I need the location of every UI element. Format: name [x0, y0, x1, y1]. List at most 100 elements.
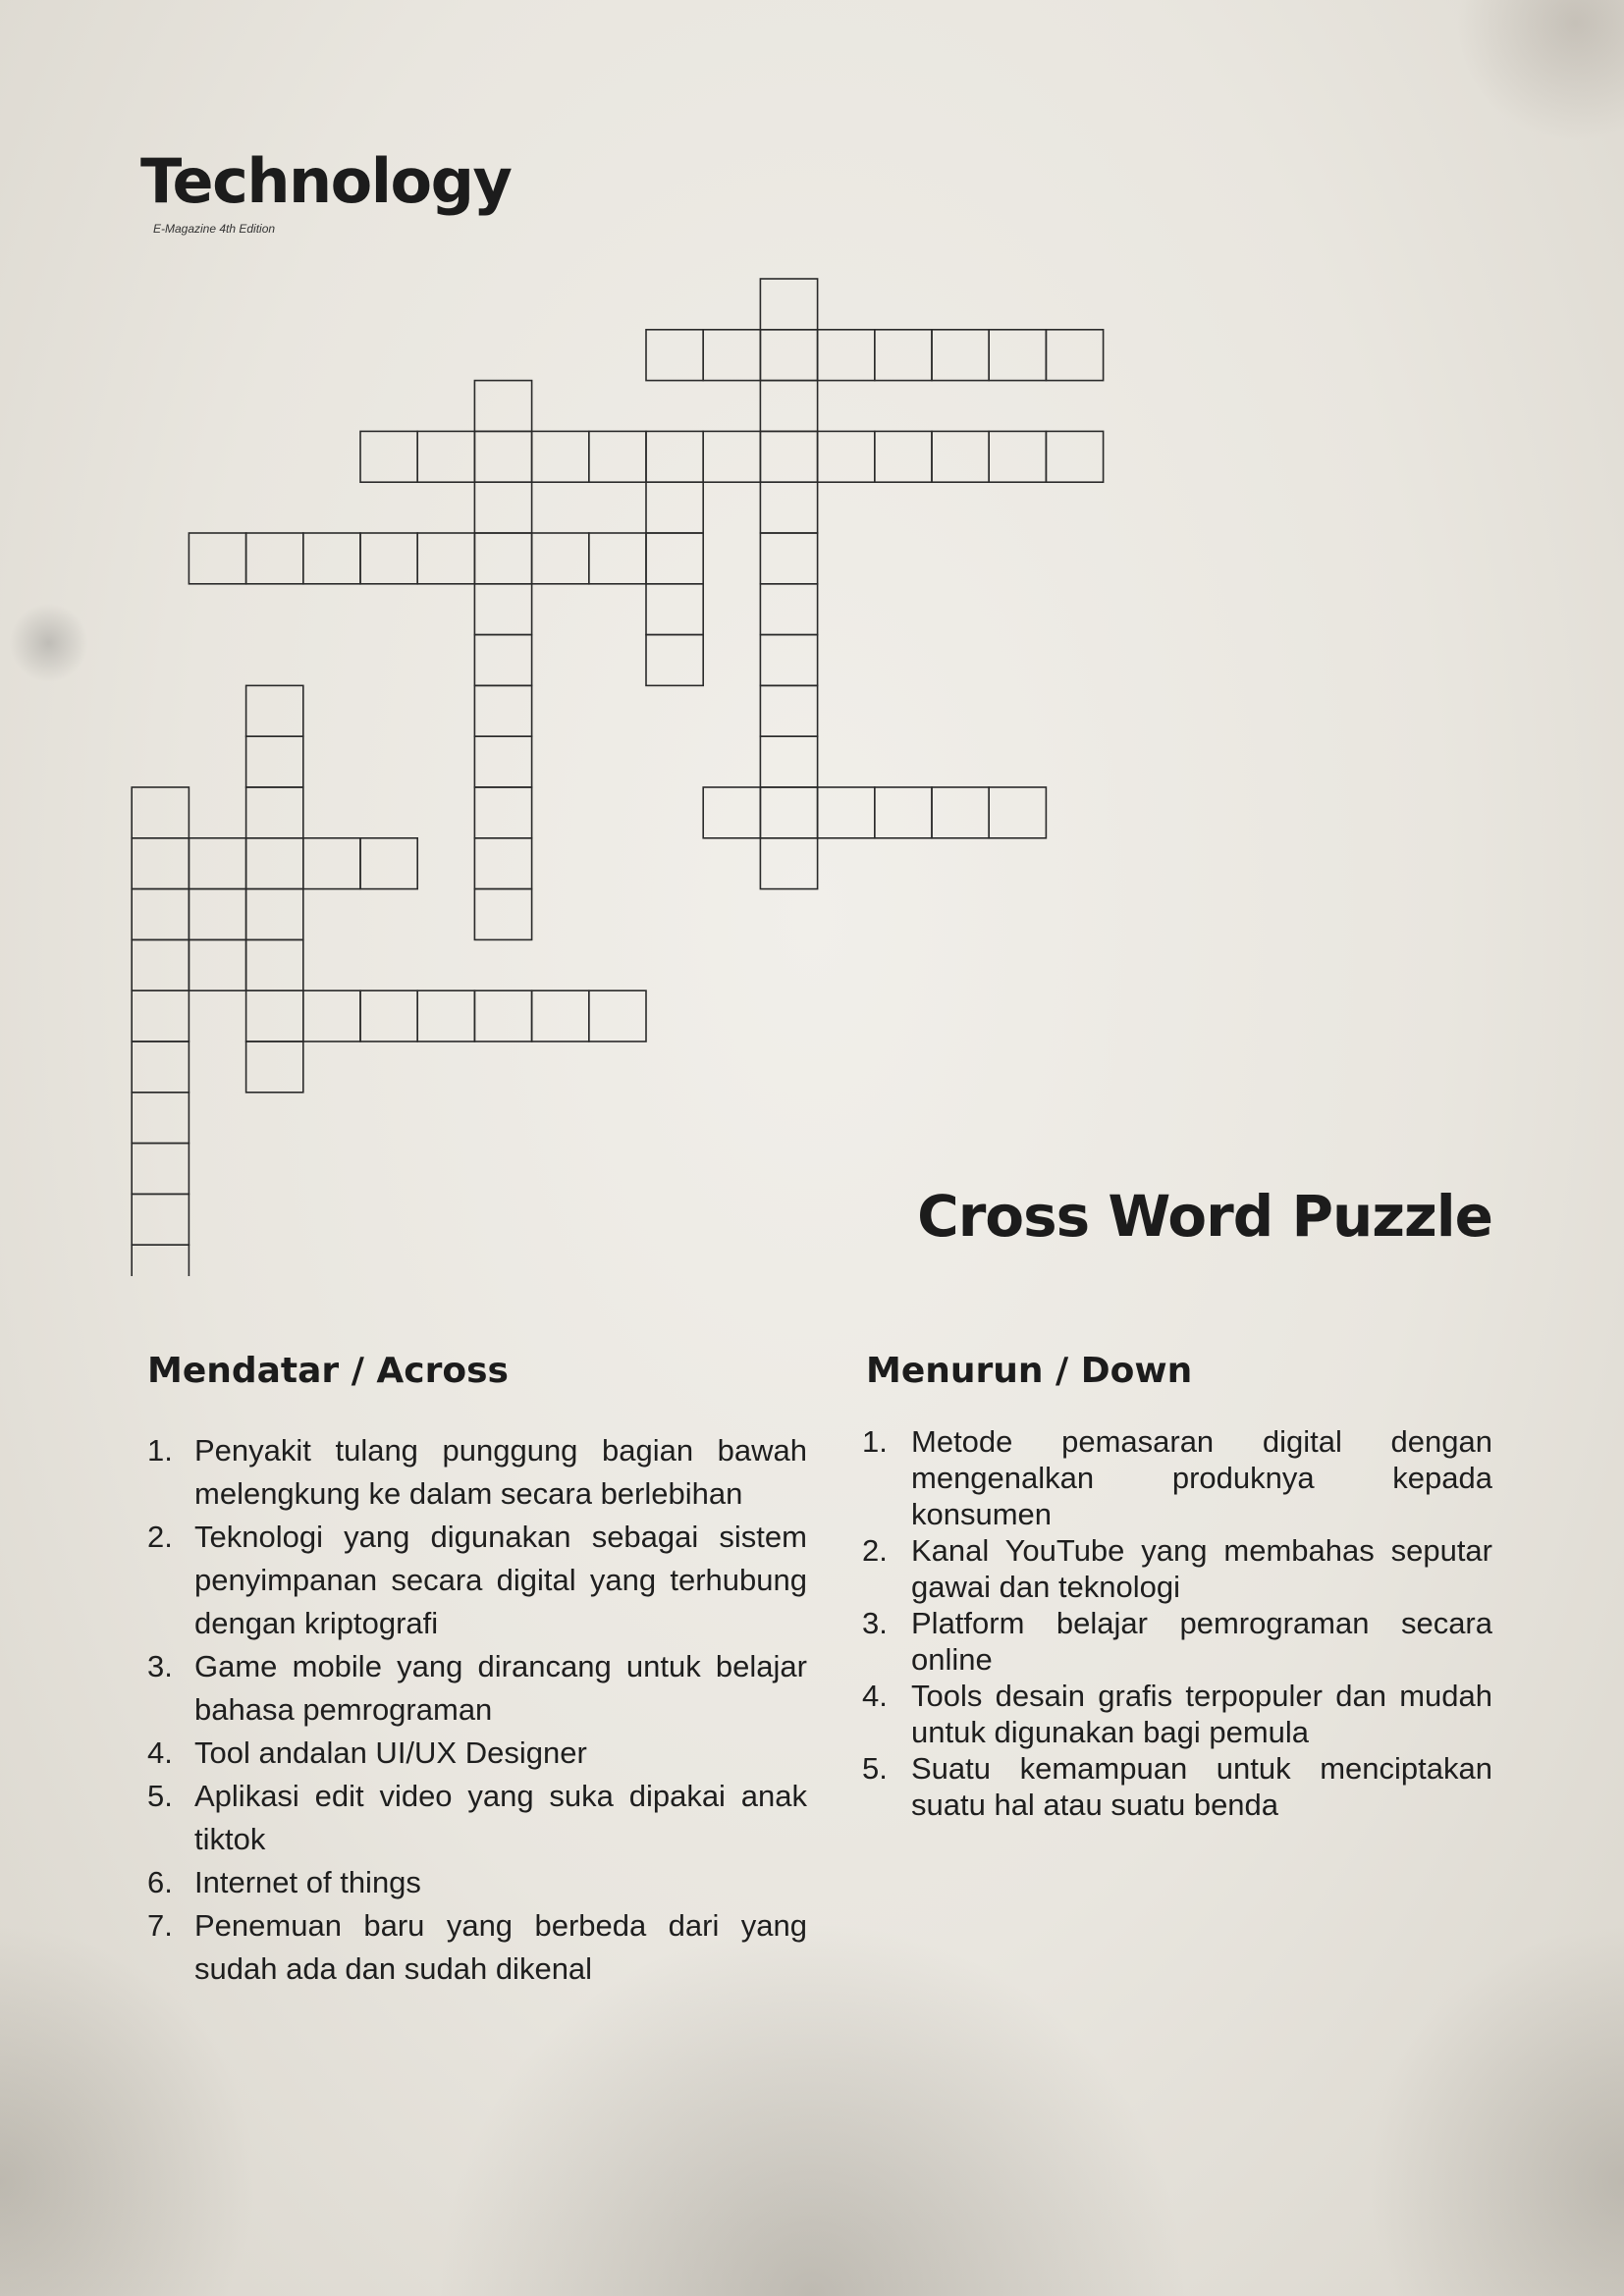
crossword-cell[interactable]: [473, 633, 533, 687]
crossword-cell[interactable]: [473, 684, 533, 738]
crossword-cell[interactable]: [1045, 430, 1105, 483]
crossword-cell[interactable]: [244, 684, 304, 738]
crossword-cell[interactable]: [359, 430, 419, 483]
crossword-cell[interactable]: [759, 379, 819, 433]
crossword-cell[interactable]: [759, 278, 819, 331]
crossword-cell[interactable]: [131, 786, 190, 839]
crossword-cell[interactable]: [188, 887, 247, 941]
crossword-cell[interactable]: [244, 735, 304, 788]
crossword-cell[interactable]: [759, 328, 819, 382]
crossword-cell[interactable]: [473, 532, 533, 585]
across-clue: 2. Teknologi yang digunakan sebagai siste…: [147, 1520, 807, 1640]
crossword-cell[interactable]: [473, 836, 533, 890]
crossword-cell[interactable]: [759, 633, 819, 687]
crossword-cell[interactable]: [301, 836, 361, 890]
crossword-cell[interactable]: [587, 989, 647, 1042]
crossword-cell[interactable]: [244, 989, 304, 1042]
crossword-cell[interactable]: [759, 786, 819, 839]
crossword-cell[interactable]: [473, 481, 533, 534]
down-clue-list: 1. Metode pemasaran digital dengan mengen…: [862, 1423, 1492, 1823]
crossword-cell[interactable]: [988, 328, 1048, 382]
crossword-cell[interactable]: [530, 532, 590, 585]
crossword-cell[interactable]: [473, 735, 533, 788]
crossword-cell[interactable]: [244, 786, 304, 839]
crossword-cell[interactable]: [131, 1041, 190, 1094]
crossword-cell[interactable]: [473, 582, 533, 636]
crossword-cell[interactable]: [473, 887, 533, 941]
crossword-cell[interactable]: [244, 532, 304, 585]
across-clue: 6. Internet of things: [147, 1865, 421, 1899]
crossword-cell[interactable]: [301, 989, 361, 1042]
crossword-cell[interactable]: [931, 430, 991, 483]
crossword-cell[interactable]: [131, 1092, 190, 1145]
crossword-cell[interactable]: [931, 328, 991, 382]
crossword-cell[interactable]: [131, 938, 190, 992]
crossword-cell[interactable]: [645, 328, 705, 382]
crossword-cell[interactable]: [473, 379, 533, 433]
crossword-cell[interactable]: [131, 1193, 190, 1247]
down-clue: 3. Platform belajar pemrograman secara on…: [862, 1606, 1492, 1677]
crossword-cell[interactable]: [873, 430, 933, 483]
crossword-cell[interactable]: [131, 1244, 190, 1276]
crossword-cell[interactable]: [131, 1142, 190, 1196]
crossword-cell[interactable]: [759, 481, 819, 534]
crossword-cell[interactable]: [645, 633, 705, 687]
crossword-cell[interactable]: [244, 1041, 304, 1094]
across-clue-list: 1. Penyakit tulang punggung bagian bawah …: [147, 1429, 807, 1991]
crossword-cell[interactable]: [645, 582, 705, 636]
crossword-cell[interactable]: [473, 430, 533, 483]
crossword-cell[interactable]: [1045, 328, 1105, 382]
crossword-cell[interactable]: [359, 989, 419, 1042]
crossword-cell[interactable]: [873, 328, 933, 382]
crossword-cell[interactable]: [988, 786, 1048, 839]
down-clue: 1. Metode pemasaran digital dengan mengen…: [862, 1424, 1492, 1531]
crossword-cell[interactable]: [131, 887, 190, 941]
crossword-cell[interactable]: [359, 532, 419, 585]
puzzle-title: Cross Word Puzzle: [917, 1183, 1493, 1250]
crossword-cell[interactable]: [702, 328, 762, 382]
crossword-cell[interactable]: [188, 836, 247, 890]
crossword-cell[interactable]: [244, 836, 304, 890]
crossword-cell[interactable]: [645, 532, 705, 585]
across-clue: 3. Game mobile yang dirancang untuk belaj…: [147, 1649, 807, 1727]
down-heading: Menurun / Down: [866, 1351, 1193, 1391]
crossword-cell[interactable]: [816, 786, 876, 839]
across-heading: Mendatar / Across: [147, 1351, 509, 1391]
crossword-cell[interactable]: [759, 836, 819, 890]
crossword-cell[interactable]: [759, 735, 819, 788]
down-clue: 2. Kanal YouTube yang membahas seputar ga…: [862, 1533, 1492, 1604]
crossword-cell[interactable]: [702, 430, 762, 483]
crossword-cell[interactable]: [988, 430, 1048, 483]
crossword-cell[interactable]: [473, 989, 533, 1042]
crossword-cell[interactable]: [416, 430, 476, 483]
crossword-cell[interactable]: [530, 430, 590, 483]
crossword-cell[interactable]: [645, 430, 705, 483]
crossword-cell[interactable]: [530, 989, 590, 1042]
crossword-cell[interactable]: [244, 938, 304, 992]
crossword-cell[interactable]: [816, 430, 876, 483]
crossword-cell[interactable]: [816, 328, 876, 382]
crossword-cell[interactable]: [188, 938, 247, 992]
crossword-cell[interactable]: [587, 430, 647, 483]
crossword-cell[interactable]: [759, 430, 819, 483]
crossword-cell[interactable]: [359, 836, 419, 890]
crossword-cell[interactable]: [473, 786, 533, 839]
across-clue: 1. Penyakit tulang punggung bagian bawah …: [147, 1433, 807, 1511]
crossword-cell[interactable]: [416, 532, 476, 585]
crossword-cell[interactable]: [416, 989, 476, 1042]
crossword-cell[interactable]: [759, 582, 819, 636]
crossword-cell[interactable]: [702, 786, 762, 839]
crossword-cell[interactable]: [131, 836, 190, 890]
crossword-cell[interactable]: [301, 532, 361, 585]
across-clue: 7. Penemuan baru yang berbeda dari yang s…: [147, 1908, 807, 1986]
crossword-cell[interactable]: [244, 887, 304, 941]
crossword-cell[interactable]: [931, 786, 991, 839]
crossword-cell[interactable]: [131, 989, 190, 1042]
crossword-cell[interactable]: [645, 481, 705, 534]
crossword-cell[interactable]: [587, 532, 647, 585]
crossword-cell[interactable]: [759, 684, 819, 738]
crossword-cell[interactable]: [759, 532, 819, 585]
crossword-cell[interactable]: [873, 786, 933, 839]
crossword-cell[interactable]: [188, 532, 247, 585]
down-clue: 5. Suatu kemampuan untuk menciptakan suat…: [862, 1751, 1492, 1822]
